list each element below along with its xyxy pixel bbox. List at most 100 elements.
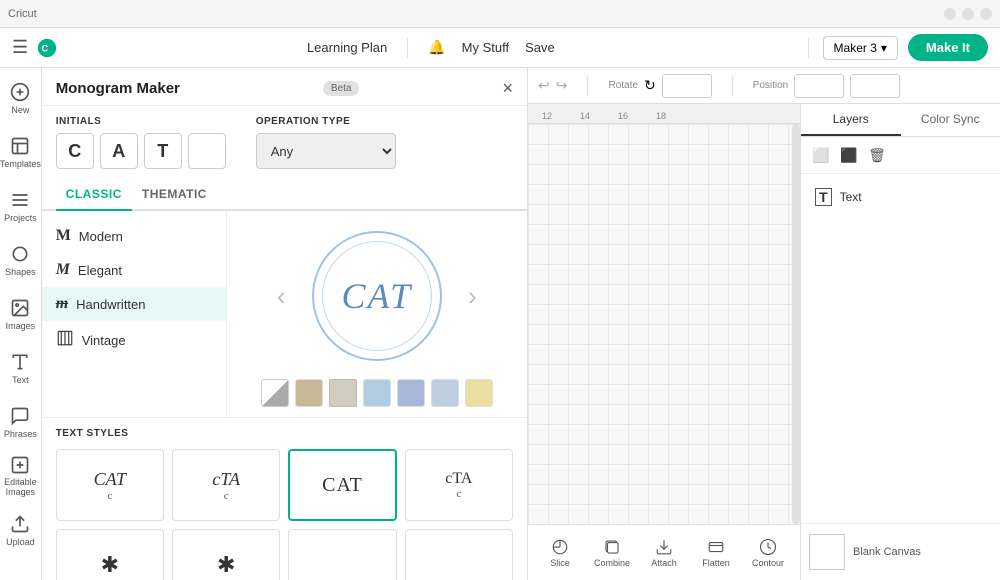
position-x-input[interactable] xyxy=(794,74,844,98)
close-btn[interactable] xyxy=(980,8,992,20)
bottom-action-attach[interactable]: Attach xyxy=(642,538,686,568)
bottom-action-slice[interactable]: Slice xyxy=(538,538,582,568)
topbar-left: ☰ C xyxy=(12,37,58,59)
minimize-btn[interactable] xyxy=(944,8,956,20)
text-style-1[interactable]: CAT c xyxy=(56,449,164,521)
swatch-diagonal[interactable] xyxy=(261,379,289,407)
undo-button[interactable]: ↩ xyxy=(538,77,550,94)
vertical-scrollbar[interactable] xyxy=(792,124,800,524)
maximize-btn[interactable] xyxy=(962,8,974,20)
divider2 xyxy=(808,38,809,58)
initial-last-input[interactable] xyxy=(144,133,182,169)
ruler-mark-18: 18 xyxy=(642,111,680,121)
layer-item-text[interactable]: T Text xyxy=(811,184,990,210)
menu-icon[interactable]: ☰ xyxy=(12,37,28,58)
content-row: M Modern M Elegant m Handwritten xyxy=(42,211,527,417)
ts4-sub: c xyxy=(456,488,461,500)
style-item-elegant[interactable]: M Elegant xyxy=(42,253,226,287)
bottom-action-contour[interactable]: Contour xyxy=(746,538,790,568)
maker3-button[interactable]: Maker 3 ▾ xyxy=(823,36,898,60)
blank-canvas-preview xyxy=(809,534,845,570)
text-style-3[interactable]: CAT xyxy=(288,449,396,521)
chevron-down-icon: ▾ xyxy=(881,41,887,55)
bottom-action-flatten[interactable]: Flatten xyxy=(694,538,738,568)
rotate-cw-button[interactable]: ↻ xyxy=(644,77,656,94)
swatch-periwinkle[interactable] xyxy=(397,379,425,407)
divider1 xyxy=(407,38,408,58)
right-panel: ↩ ↪ Rotate ↻ Position xyxy=(528,68,1000,580)
text-style-8[interactable] xyxy=(405,529,513,580)
swatch-tan[interactable] xyxy=(295,379,323,407)
topbar-center: Learning Plan 🔔 My Stuff Save xyxy=(307,38,555,58)
initial-first-input[interactable] xyxy=(56,133,94,169)
text-style-5[interactable]: ✱ xyxy=(56,529,164,580)
layer-duplicate-btn[interactable]: ⬜ xyxy=(809,143,833,167)
layers-content: T Text xyxy=(801,174,1000,220)
panel-close-button[interactable]: × xyxy=(502,78,513,99)
layers-toolbar: ⬜ ⬛ 🗑 xyxy=(801,137,1000,174)
text-style-2[interactable]: cTA c xyxy=(172,449,280,521)
style-item-handwritten[interactable]: m Handwritten xyxy=(42,287,226,321)
style-label-handwritten: Handwritten xyxy=(76,297,145,312)
layer-text-icon: T xyxy=(815,188,832,206)
redo-button[interactable]: ↪ xyxy=(556,77,568,94)
prev-style-button[interactable]: ‹ xyxy=(277,281,286,312)
toolbar-divider1 xyxy=(587,76,588,96)
layers-panel: Layers Color Sync ⬜ ⬛ 🗑 T Text xyxy=(800,104,1000,580)
shapes-icon xyxy=(10,244,30,264)
swatch-yellow[interactable] xyxy=(465,379,493,407)
style-item-modern[interactable]: M Modern xyxy=(42,219,226,253)
sidebar-item-upload[interactable]: Upload xyxy=(1,504,39,556)
rotate-input[interactable] xyxy=(662,74,712,98)
text-style-7[interactable] xyxy=(288,529,396,580)
ts2-sub: c xyxy=(224,490,229,502)
main-layout: New Templates Projects Shapes Images Tex… xyxy=(0,68,1000,580)
swatch-lightblue[interactable] xyxy=(363,379,391,407)
ruler-horizontal: 12 14 16 18 xyxy=(528,104,800,124)
initial-middle-input[interactable] xyxy=(100,133,138,169)
swatch-blue[interactable] xyxy=(431,379,459,407)
toolbar-divider2 xyxy=(732,76,733,96)
sidebar-item-text[interactable]: Text xyxy=(1,342,39,394)
layer-delete-btn[interactable]: 🗑 xyxy=(865,143,889,167)
tab-thematic[interactable]: THEMATIC xyxy=(132,179,217,211)
learning-plan-link[interactable]: Learning Plan xyxy=(307,40,387,55)
slice-icon xyxy=(551,538,569,556)
new-icon xyxy=(10,82,30,102)
notif-icon[interactable]: 🔔 xyxy=(428,39,445,56)
position-y-input[interactable] xyxy=(850,74,900,98)
operation-select[interactable]: Any Cut Draw Score xyxy=(256,133,396,169)
preview-monogram: ‹ CAT › xyxy=(277,221,477,371)
layers-tabs: Layers Color Sync xyxy=(801,104,1000,137)
ts6-text: ✱ xyxy=(217,552,235,578)
sidebar-item-shapes[interactable]: Shapes xyxy=(1,234,39,286)
layer-text-label: Text xyxy=(840,190,862,204)
sidebar-item-new[interactable]: New xyxy=(1,72,39,124)
save-link[interactable]: Save xyxy=(525,40,555,55)
sidebar-item-projects[interactable]: Projects xyxy=(1,180,39,232)
cricut-logo: C xyxy=(36,37,58,59)
monogram-inner-circle: CAT xyxy=(322,241,432,351)
layers-tab-colorsync[interactable]: Color Sync xyxy=(901,104,1000,136)
initial-extra-input[interactable] xyxy=(188,133,226,169)
sidebar-item-editable-images[interactable]: Editable Images xyxy=(1,450,39,502)
ts2-text: cTA xyxy=(212,469,240,490)
text-style-6[interactable]: ✱ xyxy=(172,529,280,580)
sidebar-item-phrases[interactable]: Phrases xyxy=(1,396,39,448)
make-it-button[interactable]: Make It xyxy=(908,34,988,61)
next-style-button[interactable]: › xyxy=(468,281,477,312)
text-style-4[interactable]: cTA c xyxy=(405,449,513,521)
bottom-action-combine[interactable]: Combine xyxy=(590,538,634,568)
sidebar-item-images[interactable]: Images xyxy=(1,288,39,340)
swatch-gray[interactable] xyxy=(329,379,357,407)
sidebar-item-templates[interactable]: Templates xyxy=(1,126,39,178)
style-icon-handwritten: m xyxy=(56,295,68,313)
my-stuff-link[interactable]: My Stuff xyxy=(462,40,509,55)
style-item-vintage[interactable]: Vintage xyxy=(42,321,226,360)
preview-area: ‹ CAT › xyxy=(227,211,527,417)
bottom-panel: Slice Combine Attach Flatten xyxy=(528,524,800,580)
layer-group-btn[interactable]: ⬛ xyxy=(837,143,861,167)
tab-classic[interactable]: CLASSIC xyxy=(56,179,132,211)
layers-tab-layers[interactable]: Layers xyxy=(801,104,901,136)
attach-icon xyxy=(655,538,673,556)
